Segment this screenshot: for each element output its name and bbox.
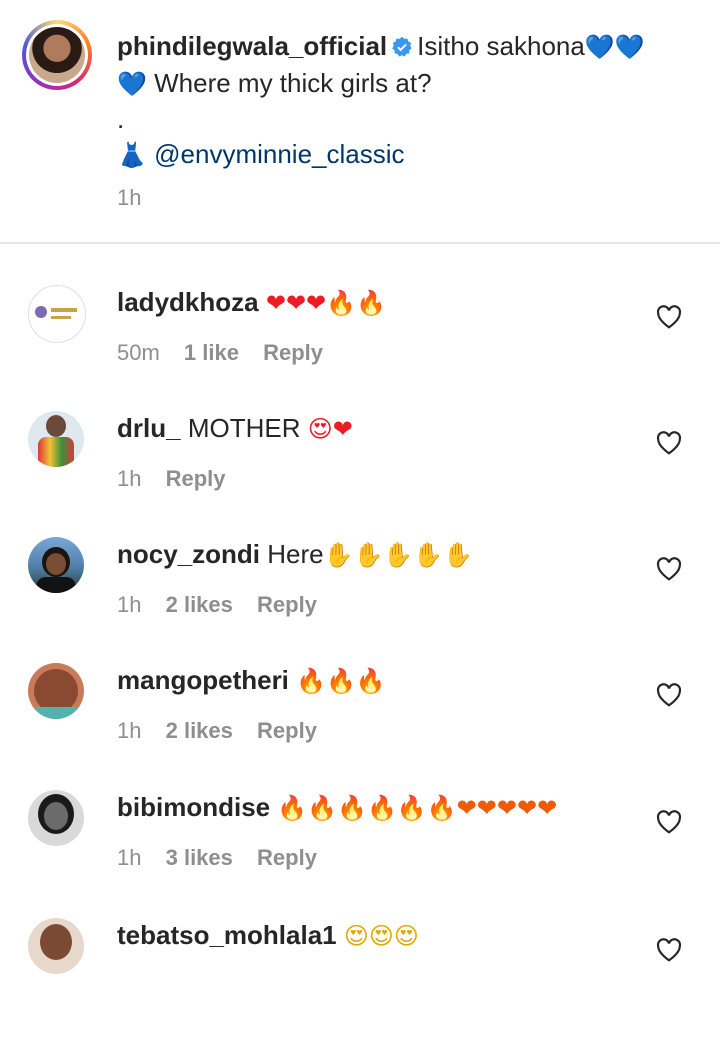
comment-emoji: ❤❤❤🔥🔥 bbox=[265, 289, 386, 317]
comment-likes[interactable]: 1 like bbox=[184, 340, 239, 365]
caption-text: phindilegwala_official Isitho sakhona💙💙 💙… bbox=[117, 28, 697, 173]
comment-username[interactable]: ladydkhoza bbox=[117, 287, 259, 317]
avatar[interactable] bbox=[28, 285, 86, 343]
comment-item: nocy_zondi Here✋✋✋✋✋ 1h 2 likes Reply bbox=[0, 537, 720, 663]
post-author-avatar[interactable] bbox=[22, 20, 92, 90]
caption-dot: . bbox=[117, 104, 125, 134]
avatar[interactable] bbox=[28, 918, 84, 974]
reply-button[interactable]: Reply bbox=[257, 845, 317, 870]
comment-username[interactable]: nocy_zondi bbox=[117, 539, 260, 569]
verified-badge-icon bbox=[392, 36, 412, 57]
caption-line2-emoji: 💙 bbox=[117, 70, 147, 98]
reply-button[interactable]: Reply bbox=[166, 466, 226, 491]
heart-outline-icon[interactable] bbox=[656, 810, 682, 834]
caption-line1: Isitho sakhona bbox=[417, 31, 585, 61]
avatar[interactable] bbox=[28, 790, 84, 846]
reply-button[interactable]: Reply bbox=[263, 340, 323, 365]
avatar[interactable] bbox=[28, 411, 84, 467]
comment-time: 50m bbox=[117, 340, 160, 365]
dress-emoji: 👗 bbox=[117, 141, 147, 169]
heart-outline-icon[interactable] bbox=[656, 557, 682, 581]
comment-emoji: 🔥🔥🔥 bbox=[296, 667, 386, 695]
comment-item: ladydkhoza ❤❤❤🔥🔥 50m 1 like Reply bbox=[0, 285, 720, 411]
comment-time: 1h bbox=[117, 592, 142, 617]
reply-button[interactable]: Reply bbox=[257, 592, 317, 617]
divider bbox=[0, 242, 720, 244]
post-author-username[interactable]: phindilegwala_official bbox=[117, 31, 387, 61]
avatar[interactable] bbox=[28, 537, 84, 593]
mention-link[interactable]: @envyminnie_classic bbox=[154, 139, 404, 169]
comment-text: Here bbox=[267, 539, 324, 569]
comment-time: 1h bbox=[117, 718, 142, 743]
comment-item: mangopetheri 🔥🔥🔥 1h 2 likes Reply bbox=[0, 663, 720, 789]
comment-username[interactable]: tebatso_mohlala1 bbox=[117, 920, 337, 950]
heart-outline-icon[interactable] bbox=[656, 938, 682, 962]
heart-outline-icon[interactable] bbox=[656, 431, 682, 455]
comment-time: 1h bbox=[117, 845, 142, 870]
comment-username[interactable]: drlu_ bbox=[117, 413, 181, 443]
comment-likes[interactable]: 2 likes bbox=[166, 718, 233, 743]
reply-button[interactable]: Reply bbox=[257, 718, 317, 743]
comment-emoji: 🔥🔥🔥🔥🔥🔥❤❤❤❤❤ bbox=[277, 794, 558, 822]
comment-username[interactable]: mangopetheri bbox=[117, 665, 289, 695]
comment-item: bibimondise 🔥🔥🔥🔥🔥🔥❤❤❤❤❤ 1h 3 likes Reply bbox=[0, 790, 720, 916]
comment-emoji: ✋✋✋✋✋ bbox=[323, 541, 474, 569]
comment-likes[interactable]: 3 likes bbox=[166, 845, 233, 870]
heart-outline-icon[interactable] bbox=[656, 305, 682, 329]
comment-likes[interactable]: 2 likes bbox=[166, 592, 233, 617]
caption-line1-emoji: 💙💙 bbox=[584, 33, 645, 61]
caption-line2: Where my thick girls at? bbox=[154, 68, 432, 98]
comment-text: MOTHER bbox=[187, 413, 301, 443]
post-caption: phindilegwala_official Isitho sakhona💙💙 💙… bbox=[0, 0, 720, 243]
comment-time: 1h bbox=[117, 466, 142, 491]
comment-item: tebatso_mohlala1 😍😍😍 bbox=[0, 918, 720, 1044]
post-time: 1h bbox=[117, 185, 142, 210]
heart-outline-icon[interactable] bbox=[656, 683, 682, 707]
comment-item: drlu_ MOTHER 😍❤ 1h Reply bbox=[0, 411, 720, 537]
comment-emoji: 😍😍😍 bbox=[343, 922, 419, 950]
comment-username[interactable]: bibimondise bbox=[117, 792, 270, 822]
comment-emoji: 😍❤ bbox=[307, 415, 353, 443]
avatar[interactable] bbox=[28, 663, 84, 719]
